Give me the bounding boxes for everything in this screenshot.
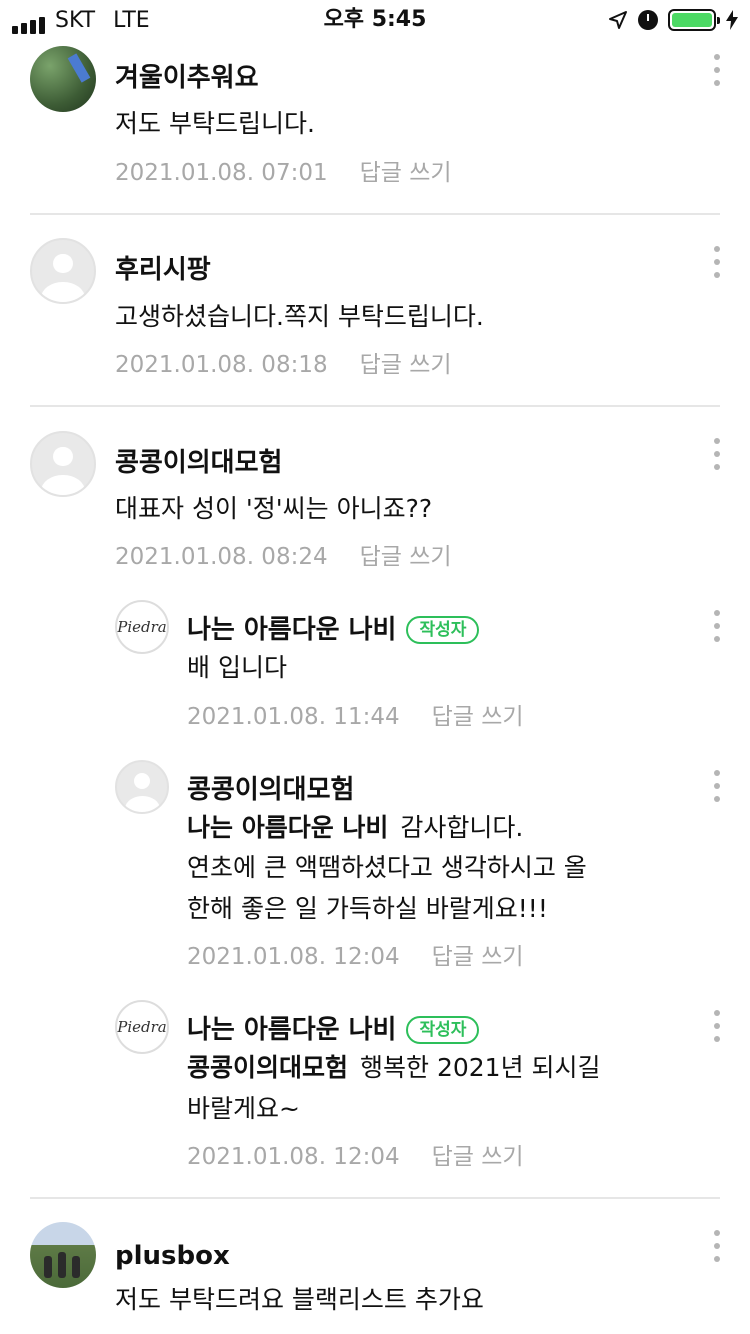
mention[interactable]: 나는 아름다운 나비 <box>187 813 388 842</box>
avatar[interactable]: Piedra <box>115 600 169 654</box>
comment-text: 저도 부탁드려요 블랙리스트 추가요 <box>115 1285 484 1314</box>
comment-date: 2021.01.08. 08:24 <box>115 544 328 570</box>
more-vertical-icon[interactable] <box>712 1230 722 1262</box>
reply-button[interactable]: 답글 쓰기 <box>432 1144 524 1170</box>
more-vertical-icon[interactable] <box>712 1010 722 1042</box>
avatar[interactable]: Piedra <box>115 1000 169 1054</box>
more-vertical-icon[interactable] <box>712 610 722 642</box>
comment-date: 2021.01.08. 07:01 <box>115 160 328 186</box>
comment-text: 대표자 성이 '정'씨는 아니죠?? <box>115 494 433 523</box>
reply-author-name[interactable]: 나는 아름다운 나비 <box>187 614 396 646</box>
avatar[interactable] <box>30 238 96 304</box>
alarm-icon <box>638 10 658 30</box>
comment-meta: 2021.01.08. 08:18 답글 쓰기 <box>115 350 452 380</box>
reply-text: 배 입니다 <box>187 653 287 682</box>
author-badge: 작성자 <box>406 1016 480 1044</box>
logo-text: Piedra <box>117 1018 167 1036</box>
reply-date: 2021.01.08. 12:04 <box>187 1144 400 1170</box>
comment-author[interactable]: 겨울이추워요 <box>115 62 259 94</box>
reply-text-line: 감사합니다. <box>400 813 524 842</box>
more-vertical-icon[interactable] <box>712 770 722 802</box>
reply-author-name[interactable]: 나는 아름다운 나비 <box>187 1014 396 1046</box>
reply-author[interactable]: 나는 아름다운 나비 작성자 <box>187 614 480 646</box>
comment-divider <box>30 213 720 215</box>
comment-text: 저도 부탁드립니다. <box>115 109 315 138</box>
reply-text: 콩콩이의대모험 행복한 2021년 되시길 <box>187 1048 601 1088</box>
avatar[interactable] <box>30 431 96 497</box>
reply-date: 2021.01.08. 11:44 <box>187 704 400 730</box>
reply-text-line: 행복한 2021년 되시길 <box>360 1053 601 1082</box>
reply-button[interactable]: 답글 쓰기 <box>432 704 524 730</box>
reply-text-line: 한해 좋은 일 가득하실 바랄게요!!! <box>187 894 548 923</box>
more-vertical-icon[interactable] <box>712 438 722 470</box>
comment-meta: 2021.01.08. 07:01 답글 쓰기 <box>115 158 452 188</box>
reply-button[interactable]: 답글 쓰기 <box>360 544 452 570</box>
reply-text-line: 연초에 큰 액땜하셨다고 생각하시고 올 <box>187 853 587 882</box>
status-bar: SKT LTE 오후 5:45 <box>0 0 750 40</box>
comment-author[interactable]: plusbox <box>115 1240 230 1272</box>
battery-icon <box>668 9 720 31</box>
reply-text-line: 바랄게요~ <box>187 1094 300 1123</box>
reply-date: 2021.01.08. 12:04 <box>187 944 400 970</box>
charging-bolt-icon <box>726 10 738 30</box>
reply-button[interactable]: 답글 쓰기 <box>360 352 452 378</box>
avatar[interactable] <box>30 46 96 112</box>
reply-button[interactable]: 답글 쓰기 <box>432 944 524 970</box>
reply-author[interactable]: 나는 아름다운 나비 작성자 <box>187 1014 480 1046</box>
reply-meta: 2021.01.08. 12:04 답글 쓰기 <box>187 942 524 972</box>
reply-author[interactable]: 콩콩이의대모험 <box>187 774 354 806</box>
comment-author[interactable]: 콩콩이의대모험 <box>115 447 282 479</box>
location-arrow-icon <box>609 11 627 29</box>
avatar[interactable] <box>115 760 169 814</box>
comment-author[interactable]: 후리시팡 <box>115 254 211 286</box>
comment-date: 2021.01.08. 08:18 <box>115 352 328 378</box>
more-vertical-icon[interactable] <box>712 54 722 86</box>
comment-divider <box>30 405 720 407</box>
more-vertical-icon[interactable] <box>712 246 722 278</box>
mention[interactable]: 콩콩이의대모험 <box>187 1053 348 1082</box>
author-badge: 작성자 <box>406 616 480 644</box>
reply-button[interactable]: 답글 쓰기 <box>360 160 452 186</box>
reply-text: 나는 아름다운 나비 감사합니다. <box>187 808 523 848</box>
logo-text: Piedra <box>117 618 167 636</box>
comment-meta: 2021.01.08. 08:24 답글 쓰기 <box>115 542 452 572</box>
comment-divider <box>30 1197 720 1199</box>
comment-text: 고생하셨습니다.쪽지 부탁드립니다. <box>115 302 484 331</box>
avatar[interactable] <box>30 1222 96 1288</box>
reply-meta: 2021.01.08. 12:04 답글 쓰기 <box>187 1142 524 1172</box>
reply-meta: 2021.01.08. 11:44 답글 쓰기 <box>187 702 524 732</box>
